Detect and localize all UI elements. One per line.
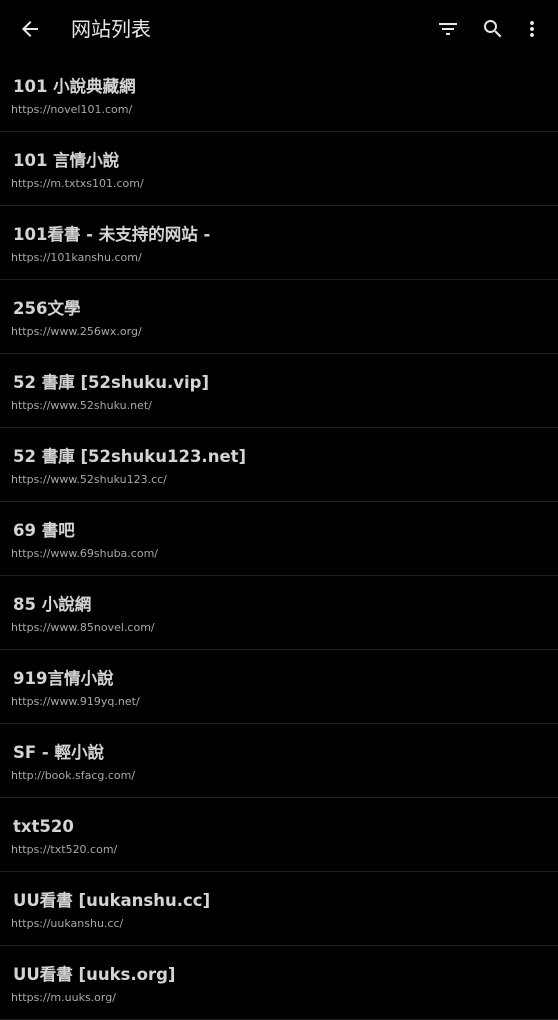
list-item[interactable]: 101看書 - 未支持的网站 - https://101kanshu.com/ [0,206,558,280]
back-button[interactable] [14,13,46,45]
site-name: 101 言情小說 [13,151,120,170]
site-url: https://www.919yq.net/ [11,695,140,708]
list-item[interactable]: 101 小說典藏網 https://novel101.com/ [0,58,558,132]
search-icon [481,17,505,41]
site-name: txt520 [13,817,74,836]
site-name: 52 書庫 [52shuku.vip] [13,373,210,392]
list-item[interactable]: 919言情小說 https://www.919yq.net/ [0,650,558,724]
site-url: https://uukanshu.cc/ [11,917,124,930]
site-url: https://101kanshu.com/ [11,251,142,264]
site-name: SF - 輕小說 [13,743,104,762]
site-list: 101 小說典藏網 https://novel101.com/ 101 言情小說… [0,58,558,1020]
site-name: UU看書 [uuks.org] [13,965,176,984]
list-item[interactable]: 52 書庫 [52shuku123.net] https://www.52shu… [0,428,558,502]
site-url: https://www.52shuku123.cc/ [11,473,167,486]
list-item[interactable]: SF - 輕小說 http://book.sfacg.com/ [0,724,558,798]
site-name: 256文學 [13,299,81,318]
site-name: 101 小說典藏網 [13,77,136,96]
filter-button[interactable] [432,13,464,45]
site-url: https://m.uuks.org/ [11,991,116,1004]
list-item[interactable]: 256文學 https://www.256wx.org/ [0,280,558,354]
page-title: 网站列表 [71,17,151,41]
list-item[interactable]: UU看書 [uuks.org] https://m.uuks.org/ [0,946,558,1020]
site-url: https://novel101.com/ [11,103,133,116]
site-url: https://txt520.com/ [11,843,118,856]
list-item[interactable]: 52 書庫 [52shuku.vip] https://www.52shuku.… [0,354,558,428]
site-name: UU看書 [uukanshu.cc] [13,891,211,910]
search-button[interactable] [477,13,509,45]
site-url: https://m.txtxs101.com/ [11,177,144,190]
site-name: 69 書吧 [13,521,75,540]
site-url: http://book.sfacg.com/ [11,769,136,782]
list-item[interactable]: 69 書吧 https://www.69shuba.com/ [0,502,558,576]
list-item[interactable]: txt520 https://txt520.com/ [0,798,558,872]
site-url: https://www.52shuku.net/ [11,399,152,412]
top-app-bar: 网站列表 [0,0,558,58]
filter-list-icon [436,17,460,41]
site-name: 919言情小說 [13,669,114,688]
arrow-back-icon [18,17,42,41]
site-name: 85 小說網 [13,595,92,614]
site-name: 101看書 - 未支持的网站 - [13,225,211,244]
site-url: https://www.256wx.org/ [11,325,142,338]
list-item[interactable]: 101 言情小說 https://m.txtxs101.com/ [0,132,558,206]
more-options-button[interactable] [516,13,548,45]
list-item[interactable]: 85 小說網 https://www.85novel.com/ [0,576,558,650]
list-item[interactable]: UU看書 [uukanshu.cc] https://uukanshu.cc/ [0,872,558,946]
site-url: https://www.69shuba.com/ [11,547,158,560]
more-vert-icon [520,17,544,41]
site-url: https://www.85novel.com/ [11,621,155,634]
site-name: 52 書庫 [52shuku123.net] [13,447,247,466]
